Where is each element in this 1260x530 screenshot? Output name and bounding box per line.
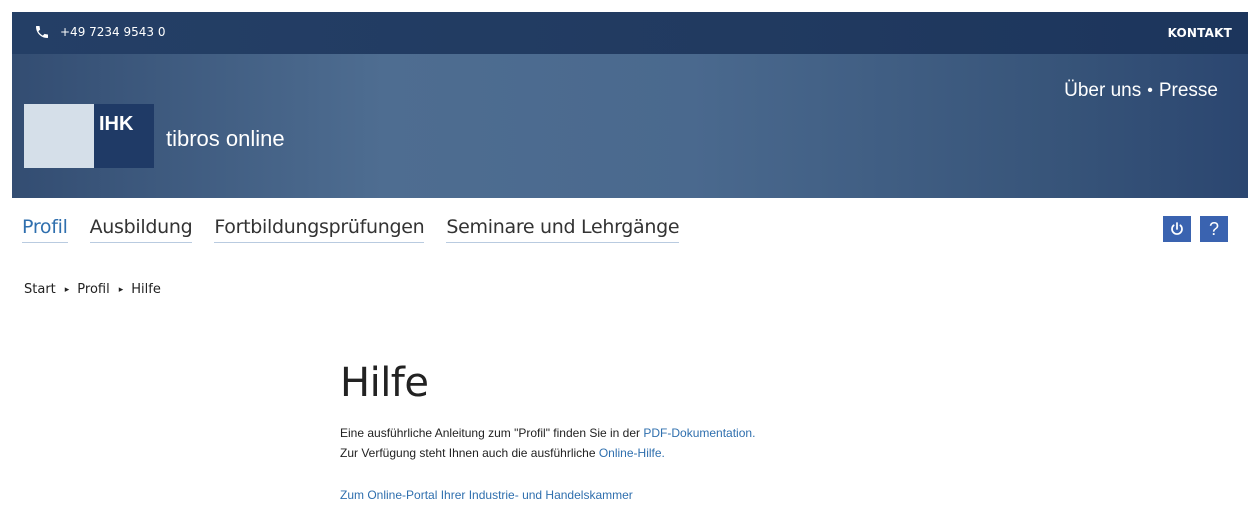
logo-graphic[interactable] <box>24 104 94 168</box>
pdf-documentation-link[interactable]: PDF-Dokumentation. <box>643 426 755 440</box>
ihk-logo[interactable]: IHK <box>94 104 154 168</box>
breadcrumb-profil[interactable]: Profil <box>77 282 109 297</box>
help-text-1: Eine ausführliche Anleitung zum "Profil"… <box>340 426 644 440</box>
main-content: Hilfe Eine ausführliche Anleitung zum "P… <box>340 360 755 502</box>
site-header: IHK tibros online Über uns • Presse <box>12 54 1248 198</box>
meta-nav-separator: • <box>1147 82 1153 99</box>
online-portal-link[interactable]: Zum Online-Portal Ihrer Industrie- und H… <box>340 488 755 502</box>
phone-contact[interactable]: +49 7234 9543 0 <box>34 24 165 40</box>
logout-button[interactable] <box>1163 216 1191 242</box>
utility-buttons: ? <box>1154 216 1228 242</box>
meta-nav: Über uns • Presse <box>1064 80 1218 102</box>
breadcrumb-hilfe: Hilfe <box>131 282 161 297</box>
help-text-2: Zur Verfügung steht Ihnen auch die ausfü… <box>340 446 599 460</box>
main-nav: Profil Ausbildung Fortbildungsprüfungen … <box>22 216 701 243</box>
phone-icon <box>36 26 48 38</box>
help-icon: ? <box>1208 218 1219 239</box>
contact-link[interactable]: KONTAKT <box>1168 26 1232 40</box>
nav-item-profil[interactable]: Profil <box>22 216 68 243</box>
help-button[interactable]: ? <box>1200 216 1228 242</box>
brand-name: tibros online <box>166 126 285 151</box>
page-title: Hilfe <box>340 360 429 406</box>
nav-item-fortbildungspruefungen[interactable]: Fortbildungsprüfungen <box>214 216 425 243</box>
meta-nav-press[interactable]: Presse <box>1159 80 1218 102</box>
top-bar: +49 7234 9543 0 KONTAKT <box>12 12 1248 54</box>
nav-item-ausbildung[interactable]: Ausbildung <box>89 216 193 243</box>
phone-number[interactable]: +49 7234 9543 0 <box>60 25 165 39</box>
power-icon <box>1171 222 1183 235</box>
breadcrumb-separator-icon: ▸ <box>64 284 70 295</box>
meta-nav-about[interactable]: Über uns <box>1064 80 1141 102</box>
nav-item-seminare[interactable]: Seminare und Lehrgänge <box>446 216 680 243</box>
help-text-line-1: Eine ausführliche Anleitung zum "Profil"… <box>340 426 755 440</box>
breadcrumb-start[interactable]: Start <box>24 282 56 297</box>
help-text-line-2: Zur Verfügung steht Ihnen auch die ausfü… <box>340 446 755 460</box>
online-help-link[interactable]: Online-Hilfe. <box>599 446 665 460</box>
breadcrumb-separator-icon: ▸ <box>118 284 124 295</box>
breadcrumb: Start ▸ Profil ▸ Hilfe <box>24 282 161 297</box>
